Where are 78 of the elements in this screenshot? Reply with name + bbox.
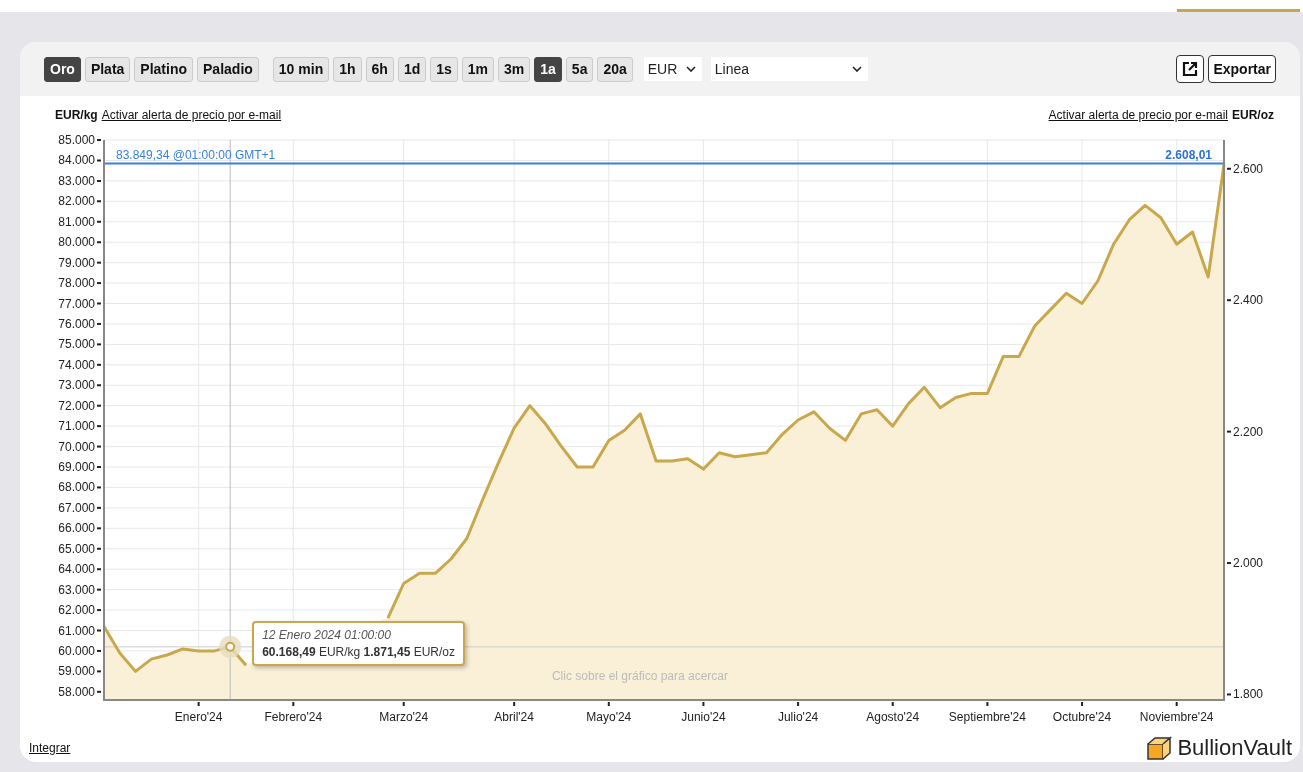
external-link-icon [1181, 60, 1200, 78]
axis-label: 80.000 [58, 235, 95, 250]
period-button[interactable]: 20a [597, 56, 633, 82]
axis-label: Febrero'24 [264, 710, 323, 724]
cube-logo-icon [1145, 734, 1174, 761]
unit-label: EUR/kg [55, 108, 98, 122]
axis-label: Mayo'24 [586, 710, 632, 724]
period-button[interactable]: 5a [565, 56, 594, 82]
axis-label: 67.000 [58, 500, 95, 515]
axis-label: 73.000 [58, 378, 95, 393]
axis-label: 60.000 [58, 643, 95, 658]
axis-label: Agosto'24 [866, 710, 920, 724]
axis-label: 1.800 [1233, 687, 1264, 702]
hover-marker [219, 635, 242, 658]
axis-label: 2.200 [1233, 424, 1264, 439]
unit-label: EUR/oz [1232, 108, 1274, 122]
metal-button[interactable]: Oro [44, 56, 81, 82]
metal-button[interactable]: Paladio [197, 56, 259, 82]
axis-label: 65.000 [58, 541, 95, 556]
axis-label: Abril'24 [494, 710, 534, 724]
axis-label: 64.000 [58, 562, 95, 577]
period-button[interactable]: 6h [365, 56, 394, 82]
axis-label: 2.400 [1233, 293, 1264, 308]
metal-button[interactable]: Plata [84, 56, 131, 82]
current-price-label: 83.849,34 @01:00:00 GMT+1 [116, 147, 276, 162]
period-button[interactable]: 1h [333, 56, 362, 82]
axis-label: 68.000 [58, 480, 95, 495]
period-button[interactable]: 1d [397, 56, 427, 82]
axis-label: 63.000 [58, 582, 95, 597]
axis-label: Noviembre'24 [1139, 710, 1214, 724]
caret-icon [685, 66, 696, 72]
axis-label: Junio'24 [681, 710, 726, 724]
axis-label: 85.000 [58, 133, 95, 147]
axis-label: Octubre'24 [1052, 710, 1112, 724]
period-button[interactable]: 1m [461, 56, 495, 82]
axis-label: 75.000 [58, 337, 95, 352]
tooltip-date: 12 Enero 2024 01:00:00 [262, 627, 392, 642]
currency-select[interactable]: EUR [643, 57, 702, 81]
axis-label: 84.000 [58, 153, 95, 168]
chart-style-select[interactable]: Linea [710, 57, 868, 81]
axis-label: 66.000 [58, 521, 95, 536]
export-button[interactable]: Exportar [1208, 55, 1276, 83]
period-button[interactable]: 10 min [272, 56, 330, 82]
axis-label: 78.000 [58, 276, 95, 291]
tooltip-values: 60.168,49 EUR/kg 1.871,45 EUR/oz [262, 644, 455, 659]
metal-button[interactable]: Platino [134, 56, 194, 82]
zoom-hint: Clic sobre el gráfico para acercar [551, 669, 729, 683]
period-button[interactable]: 3m [498, 56, 531, 82]
period-button[interactable]: 1a [534, 56, 562, 82]
axis-label: 69.000 [58, 460, 95, 474]
axis-label: 77.000 [58, 296, 95, 311]
period-button[interactable]: 1s [430, 56, 458, 82]
axis-label: 81.000 [58, 214, 95, 229]
axis-label: 62.000 [58, 603, 95, 618]
axis-label: 61.000 [58, 623, 95, 638]
axis-label: 72.000 [58, 398, 95, 413]
axis-label: 76.000 [58, 316, 95, 331]
caret-icon [851, 66, 862, 72]
open-external-button[interactable] [1176, 55, 1205, 83]
axis-label: 70.000 [58, 439, 95, 454]
axis-label: 2.000 [1233, 556, 1264, 571]
axis-label: Septiembre'24 [948, 710, 1026, 724]
current-price-oz: 2.608,01 [1165, 147, 1212, 162]
axis-label: 74.000 [58, 357, 95, 372]
price-alert-link[interactable]: Activar alerta de precio por e-mail [1048, 108, 1228, 122]
axis-label: 71.000 [58, 419, 95, 434]
embed-link[interactable]: Integrar [29, 740, 71, 755]
price-alert-link[interactable]: Activar alerta de precio por e-mail [101, 108, 282, 122]
axis-label: Marzo'24 [379, 710, 429, 724]
axis-label: 58.000 [58, 684, 95, 699]
axis-label: 83.000 [58, 173, 95, 188]
axis-label: Enero'24 [174, 710, 223, 724]
axis-label: 82.000 [58, 194, 95, 209]
axis-label: 59.000 [58, 664, 95, 679]
logo-text: BullionVault [1177, 734, 1292, 761]
axis-label: 2.600 [1233, 161, 1264, 176]
axis-label: Julio'24 [777, 710, 819, 724]
axis-label: 79.000 [58, 255, 95, 270]
